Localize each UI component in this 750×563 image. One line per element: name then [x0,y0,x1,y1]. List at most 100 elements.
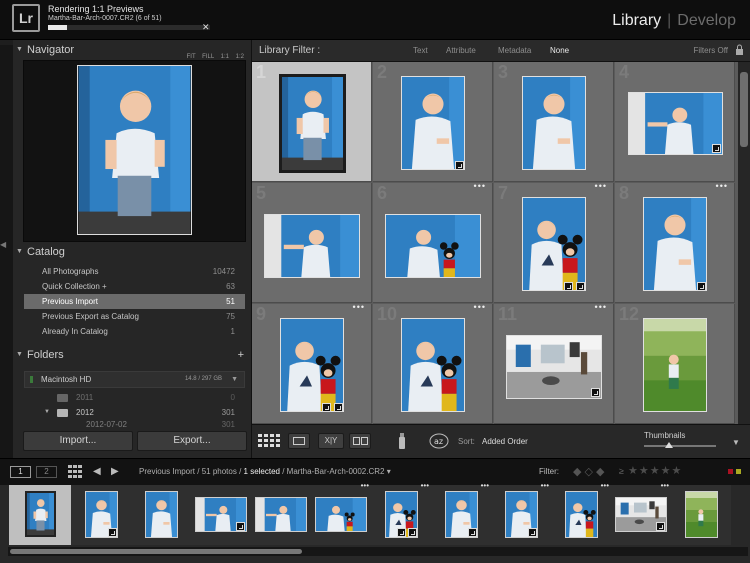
add-folder-icon[interactable]: + [238,345,244,365]
import-button[interactable]: Import... [23,431,133,451]
photo-thumbnail[interactable] [25,491,56,537]
grid-cell-5[interactable]: 5 [252,183,372,303]
painter-spray-icon[interactable] [398,432,406,450]
thumbnail-size-slider[interactable] [644,442,716,448]
export-button[interactable]: Export... [137,431,247,451]
filmstrip-thumb-10[interactable]: ••• [551,481,611,545]
photo-thumbnail[interactable] [279,74,346,173]
loupe-view-button[interactable] [288,433,310,449]
photo-thumbnail[interactable] [401,318,465,412]
filmstrip-thumb-2[interactable] [71,485,131,545]
photo-thumbnail[interactable] [255,497,307,532]
catalog-item-already-in-catalog[interactable]: Already In Catalog 1 [24,324,245,339]
color-label-yellow-icon[interactable] [736,469,741,474]
grid-cell-12[interactable]: 12 [615,304,735,424]
photo-thumbnail[interactable] [522,197,586,291]
grid-cell-4[interactable]: 4 [615,62,735,182]
filmstrip-thumb-3[interactable] [131,485,191,545]
rating-operator-icon[interactable]: ≥ [619,466,624,476]
primary-window-button[interactable]: 1 [10,466,31,478]
edit-badge-icon[interactable] [236,522,245,531]
filmstrip-thumb-9[interactable]: ••• [491,481,551,545]
navigator-preview[interactable] [23,60,246,242]
folder-item-2011[interactable]: 2011 0 [24,390,245,405]
volume-macintosh-hd[interactable]: Macintosh HD 14.8 / 297 GB ▼ [24,371,245,388]
expand-triangle-icon[interactable]: ▼ [44,405,50,420]
edit-badge-icon[interactable] [591,388,600,397]
module-develop[interactable]: Develop [677,12,736,29]
edit-badge-icon[interactable] [408,528,417,537]
filmstrip-thumb-6[interactable]: ••• [311,481,371,545]
forward-arrow-icon[interactable]: ▶ [111,466,119,477]
filter-none[interactable]: None [550,46,569,55]
catalog-item-previous-export[interactable]: Previous Export as Catalog 75 [24,309,245,324]
left-panel-toggle-icon[interactable]: ◀ [0,240,6,249]
secondary-window-button[interactable]: 2 [36,466,57,478]
filmstrip-thumb-11[interactable]: ••• [611,481,671,545]
toolbar-menu-icon[interactable]: ▼ [732,438,740,447]
filter-text[interactable]: Text [413,46,428,55]
filmstrip-thumb-8[interactable]: ••• [431,481,491,545]
filmstrip-thumb-12[interactable] [671,485,731,545]
filmstrip-thumb-4[interactable] [191,485,251,545]
filter-metadata[interactable]: Metadata [498,46,531,55]
grid-cell-9[interactable]: 9 ••• [252,302,372,424]
sort-direction-icon[interactable]: az [429,433,449,449]
grid-view-icon[interactable] [258,434,280,448]
collection-badge-icon[interactable] [564,282,573,291]
grid-view-icon[interactable] [68,465,82,478]
survey-view-button[interactable] [349,433,371,449]
filter-attribute[interactable]: Attribute [446,46,476,55]
grid-cell-3[interactable]: 3 [494,62,614,182]
photo-thumbnail[interactable] [506,335,602,399]
collection-badge-icon[interactable] [322,403,331,412]
edit-badge-icon[interactable] [455,161,464,170]
edit-badge-icon[interactable] [528,528,537,537]
filmstrip-breadcrumb[interactable]: Previous Import / 51 photos / 1 selected… [139,467,391,476]
grid-scrollbar[interactable] [738,62,750,424]
photo-thumbnail[interactable] [522,76,586,170]
photo-thumbnail[interactable] [145,491,178,538]
sort-dropdown[interactable]: Added Order [482,437,528,446]
photo-thumbnail[interactable] [628,92,723,155]
volume-menu-icon[interactable]: ▼ [231,372,238,387]
color-label-red-icon[interactable] [728,469,733,474]
lock-icon[interactable] [735,44,744,56]
module-library[interactable]: Library [612,12,661,29]
edit-badge-icon[interactable] [468,528,477,537]
filmstrip-thumb-7[interactable]: ••• [371,481,431,545]
grid-cell-1[interactable]: 1 [252,62,372,182]
photo-thumbnail[interactable] [315,497,367,532]
catalog-item-quick-collection[interactable]: Quick Collection +63 [24,279,245,294]
filmstrip-thumb-5[interactable] [251,485,311,545]
slider-knob[interactable] [665,442,674,448]
collection-badge-icon[interactable] [397,528,406,537]
catalog-header[interactable]: ▼ Catalog [13,242,252,262]
grid-cell-11[interactable]: 11 ••• [494,302,614,424]
folder-item-2012[interactable]: ▼ 2012 301 [24,405,245,420]
edit-badge-icon[interactable] [576,282,585,291]
edit-badge-icon[interactable] [697,282,706,291]
photo-thumbnail[interactable] [643,197,707,291]
filmstrip-scrollbar-thumb[interactable] [10,549,302,554]
edit-badge-icon[interactable] [712,144,721,153]
photo-thumbnail[interactable] [565,491,598,538]
folder-item-2012-07-02[interactable]: 2012-07-02 301 [24,420,245,429]
filters-off-dropdown[interactable]: Filters Off [693,46,728,55]
photo-thumbnail[interactable] [685,491,718,538]
folders-header[interactable]: ▼ Folders + [13,345,252,365]
navigator-header[interactable]: ▼ Navigator FIT FILL 1:1 1:2 [13,40,252,60]
photo-thumbnail[interactable] [264,214,360,278]
photo-thumbnail[interactable] [385,214,481,278]
photo-thumbnail[interactable] [280,318,344,412]
grid-scrollbar-thumb[interactable] [740,72,748,147]
edit-badge-icon[interactable] [108,528,117,537]
catalog-item-all-photographs[interactable]: All Photographs 10472 [24,264,245,279]
edit-badge-icon[interactable] [656,522,665,531]
rating-filter-stars[interactable]: ★★★★★ [628,464,682,477]
back-arrow-icon[interactable]: ◀ [93,466,101,477]
flag-filter-icons[interactable]: ◆ ◇ ◆ [573,465,605,478]
grid-cell-10[interactable]: 10 ••• [373,302,493,424]
filmstrip-scrollbar[interactable] [8,547,748,556]
edit-badge-icon[interactable] [334,403,343,412]
